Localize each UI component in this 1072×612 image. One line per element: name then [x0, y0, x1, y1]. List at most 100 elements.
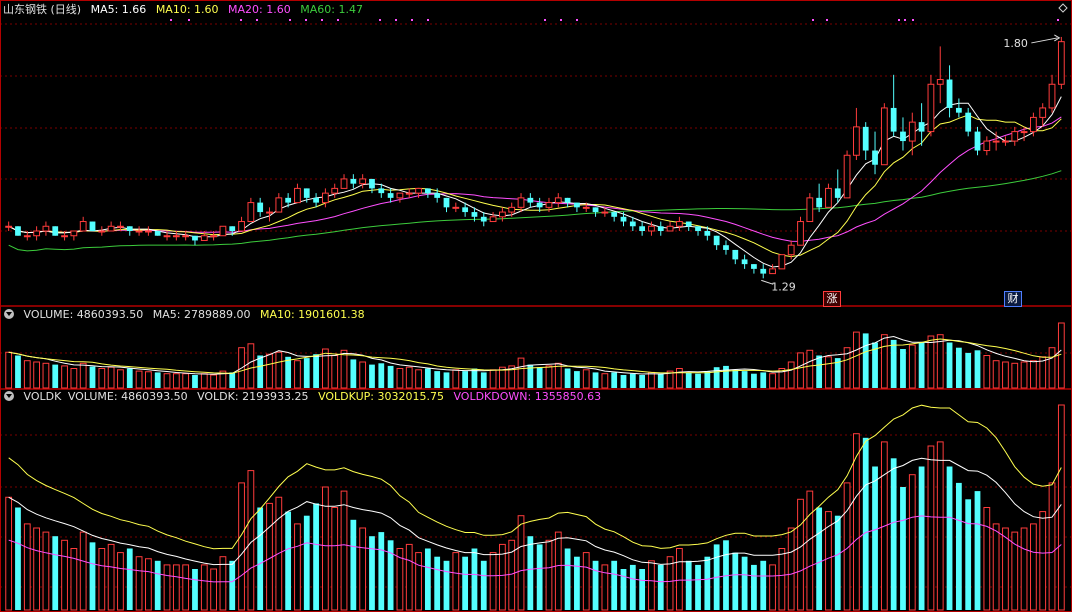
- volume-bar-up: [79, 362, 87, 389]
- volume-bar-down: [434, 371, 441, 388]
- voldk-bar-down: [741, 556, 748, 610]
- candle-body-down: [89, 221, 96, 231]
- signal-dot: [427, 19, 429, 21]
- voldk-bar-up: [545, 539, 553, 611]
- voldk-bar-up: [163, 564, 171, 611]
- candle-body-up: [294, 187, 301, 204]
- volume-bar-down: [965, 352, 972, 388]
- signal-dot: [904, 19, 906, 21]
- voldk-bar-down: [592, 560, 599, 610]
- voldk-bar-down: [52, 536, 59, 610]
- candle-body-up: [359, 178, 367, 185]
- voldk-bar-down: [704, 556, 711, 610]
- candle-body-down: [955, 107, 962, 113]
- volume-bar-up: [340, 349, 348, 389]
- candle-body-up: [1039, 107, 1047, 118]
- candle-body-down: [536, 202, 543, 208]
- volume-bar-down: [695, 373, 701, 388]
- candle-body-down: [462, 207, 469, 213]
- volume-bar-down: [15, 355, 21, 388]
- volume-bar-down: [620, 375, 627, 388]
- candle-body-up: [107, 225, 115, 232]
- voldk-bar-down: [760, 560, 767, 610]
- candle-body-down: [657, 226, 664, 231]
- cai-badge[interactable]: 财: [1004, 291, 1022, 307]
- candle-body-down: [229, 226, 236, 231]
- volume-bar-down: [574, 371, 580, 388]
- volume-bar-down: [657, 373, 664, 388]
- volume-ma10-label: MA10: 1901601.38: [259, 308, 365, 321]
- candle-body-up: [797, 221, 804, 246]
- candle-body-up: [33, 230, 40, 237]
- volume-bar-up: [200, 373, 208, 389]
- candle-body-up: [666, 225, 674, 232]
- candle-body-down: [564, 197, 571, 203]
- voldk-bar-down: [946, 466, 953, 610]
- candle-body-down: [704, 231, 711, 236]
- candle-body-up: [172, 235, 180, 238]
- voldk-bar-up: [61, 539, 68, 611]
- signal-dot: [337, 19, 339, 21]
- candle-body-up: [322, 192, 329, 204]
- candle-body-down: [890, 107, 897, 132]
- signal-dot: [395, 19, 397, 21]
- candle-body-up: [927, 83, 935, 133]
- candle-body-up: [517, 197, 525, 208]
- voldk-bar-up: [117, 552, 124, 611]
- signal-dot: [379, 19, 381, 21]
- voldk-bar-down: [536, 544, 543, 610]
- volume-bar-up: [452, 369, 460, 389]
- volume-bar-up: [33, 361, 40, 389]
- signal-dot: [170, 19, 172, 21]
- candle-body-down: [760, 268, 767, 274]
- voldk-dropdown-icon[interactable]: [4, 391, 14, 401]
- voldk-bar-up: [489, 552, 497, 611]
- volume-dropdown-icon[interactable]: [4, 309, 14, 319]
- zhang-badge[interactable]: 涨: [823, 291, 841, 307]
- voldk-bar-up: [340, 490, 348, 611]
- voldk-bar-down: [192, 569, 198, 610]
- voldk-bar-down: [434, 556, 441, 610]
- volume-bar-up: [676, 368, 683, 389]
- volume-bar-down: [611, 372, 618, 388]
- voldk-bar-up: [582, 552, 590, 611]
- volume-bar-down: [816, 355, 823, 388]
- volume-bar-up: [294, 360, 301, 389]
- candle-body-down: [471, 212, 478, 217]
- voldk-bar-up: [1020, 527, 1028, 611]
- candle-body-up: [1002, 140, 1009, 143]
- candle-body-up: [452, 206, 460, 209]
- candle-body-down: [900, 131, 906, 142]
- voldk-bar-up: [992, 523, 1000, 611]
- candle-body-up: [936, 79, 944, 85]
- candle-body-up: [396, 192, 404, 199]
- volume-bar-down: [890, 339, 897, 388]
- voldk-bar-down: [955, 482, 962, 610]
- voldk-bar-down: [126, 548, 133, 610]
- volume-bar-up: [172, 373, 180, 389]
- candle-body-down: [369, 178, 375, 189]
- volume-bar-down: [387, 365, 394, 388]
- candle-body-up: [508, 206, 516, 213]
- volume-bar-down: [89, 366, 96, 388]
- candle-body-down: [15, 226, 21, 236]
- voldk-bar-down: [285, 511, 292, 610]
- candle-body-down: [192, 235, 198, 241]
- candle-body-up: [825, 187, 832, 208]
- candle-body-down: [685, 221, 692, 227]
- candle-body-down: [387, 193, 394, 198]
- signal-dot: [305, 19, 307, 21]
- voldk-bar-up: [806, 490, 814, 611]
- volume-bar-up: [70, 368, 78, 389]
- candle-body-down: [974, 131, 981, 151]
- candle-body-up: [1030, 116, 1037, 133]
- candle-body-up: [219, 225, 227, 237]
- volume-bar-down: [52, 364, 59, 388]
- candle-body-down: [285, 197, 292, 203]
- candle-body-up: [1011, 131, 1019, 142]
- candle-body-up: [70, 230, 78, 237]
- volume-bar-down: [639, 375, 646, 388]
- voldk-bar-up: [797, 498, 804, 611]
- volume-bar-down: [723, 365, 729, 388]
- voldk-bar-up: [79, 531, 87, 611]
